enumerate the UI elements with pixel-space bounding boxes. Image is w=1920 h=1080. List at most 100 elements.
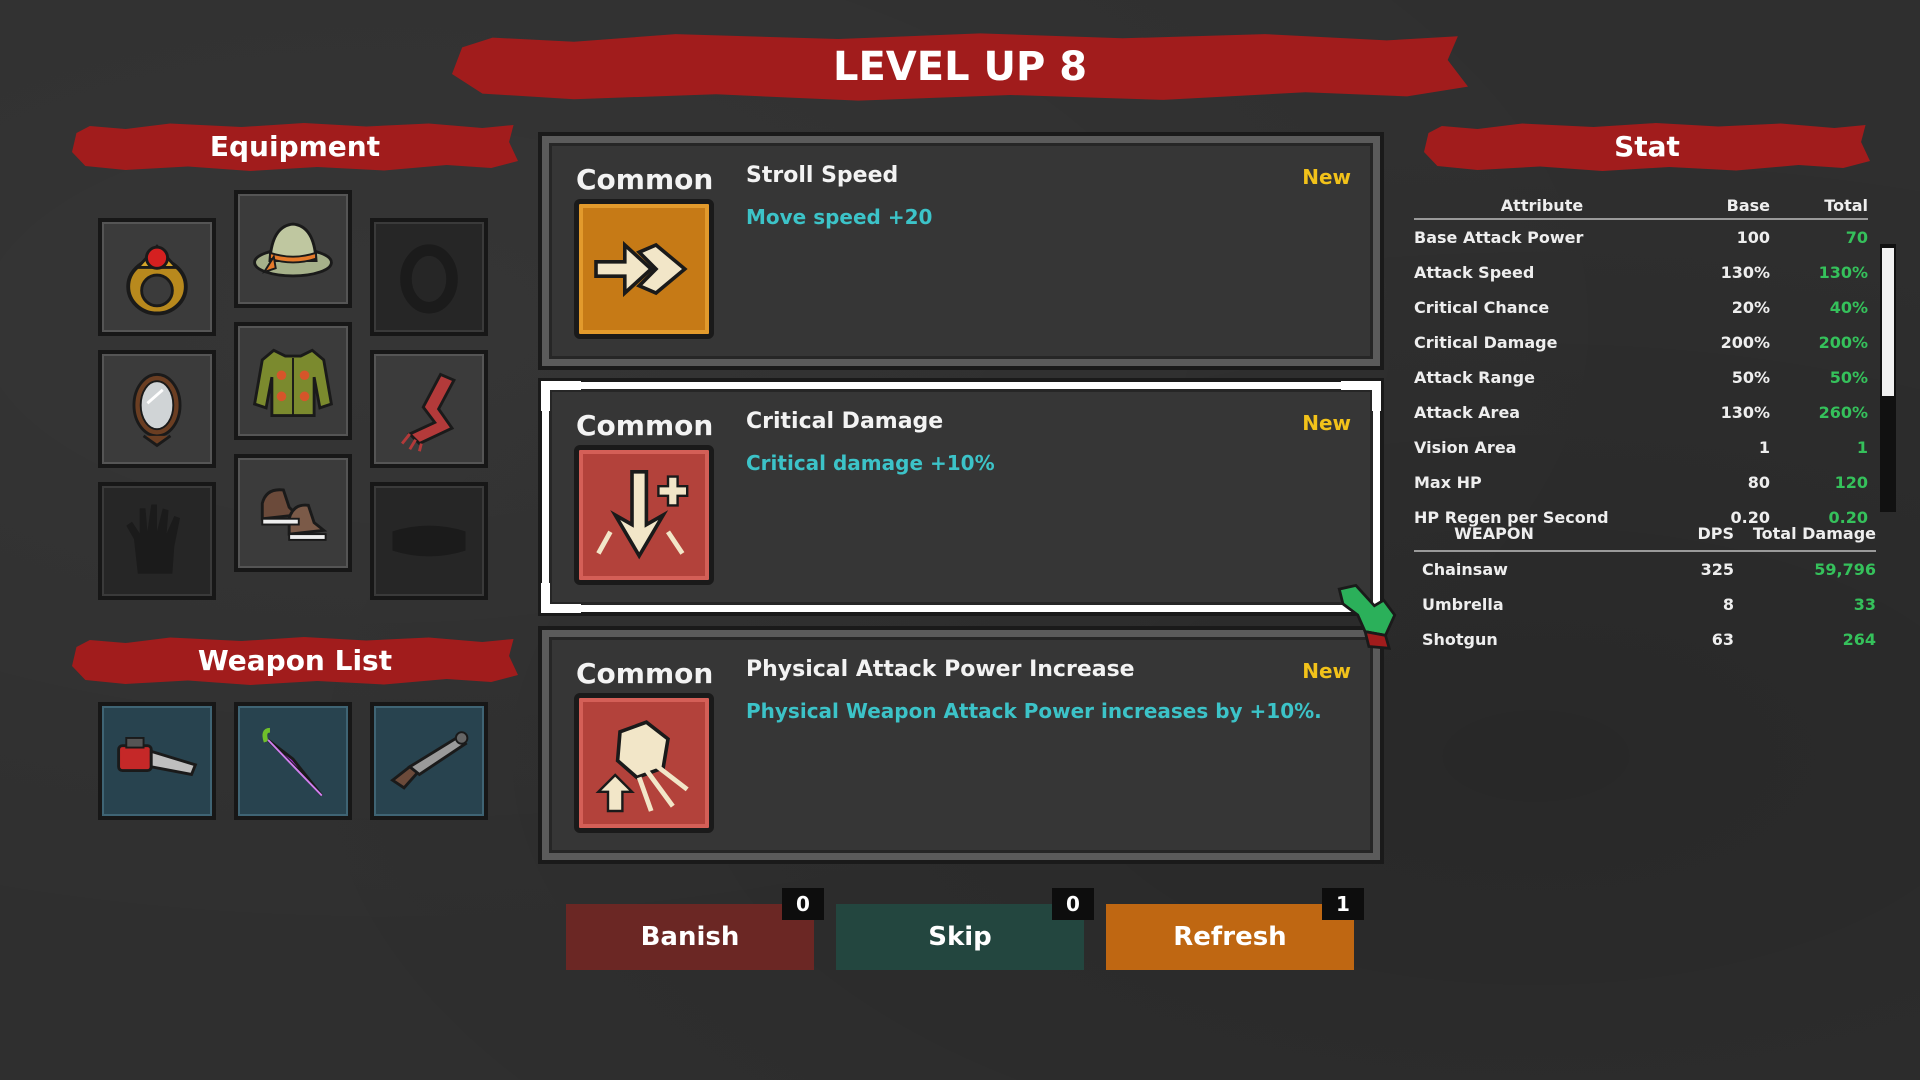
belt-placeholder-icon [392,525,466,557]
weapon-dps-table: WEAPON DPS Total Damage Chainsaw 325 59,… [1414,524,1876,657]
weapon-name: Umbrella [1422,595,1504,614]
card-name: Stroll Speed [746,163,899,188]
stat-table-header: Attribute Base Total [1414,196,1868,220]
table-row: Critical Damage 200% 200% [1414,325,1868,360]
ring-icon [126,244,188,316]
table-row: Umbrella 8 33 [1414,587,1876,622]
table-row: Base Attack Power 100 70 [1414,220,1868,255]
attribute-name: Base Attack Power [1414,228,1584,247]
banish-count-badge: 0 [782,888,824,920]
attribute-base: 1 [1758,438,1770,457]
stat-scroll-thumb[interactable] [1882,248,1894,396]
attribute-total: 200% [1818,333,1868,352]
weapon-slot-shotgun[interactable] [370,702,488,820]
table-row: Attack Speed 130% 130% [1414,255,1868,290]
card-rarity: Common [576,657,714,690]
scarf-slot[interactable] [370,350,488,468]
fist-icon [595,720,689,813]
hand-cursor-icon [1337,583,1397,650]
attribute-base: 20% [1731,298,1770,317]
stat-table: Attribute Base Total Base Attack Power 1… [1414,196,1868,540]
hat-icon [253,222,333,278]
critical-arrow-icon [596,470,689,560]
empty-ring-slot[interactable] [370,218,488,336]
hat-slot[interactable] [234,190,352,308]
refresh-button[interactable]: Refresh [1106,904,1354,970]
upgrade-card-2[interactable]: Common Critical Damage New Critical dama… [541,381,1381,613]
sweater-icon [252,348,334,417]
scarf-icon [400,372,456,452]
new-tag: New [1302,411,1351,435]
mirror-icon [132,373,182,448]
attribute-total: 50% [1829,368,1868,387]
shoes-icon [260,488,328,541]
mirror-slot[interactable] [98,350,216,468]
ring-placeholder-icon [400,244,458,314]
selection-corner [541,583,581,613]
total-damage-column-header: Total Damage [1752,524,1876,543]
new-tag: New [1302,165,1351,189]
upgrade-card-3[interactable]: Common Physical Attack Power Increase Ne… [542,630,1380,860]
weapon-dps: 63 [1711,630,1734,649]
weapon-total-damage: 59,796 [1814,560,1876,579]
sweater-slot[interactable] [234,322,352,440]
attribute-name: Critical Damage [1414,333,1558,352]
weapon-slot-chainsaw[interactable] [98,702,216,820]
table-row: Critical Chance 20% 40% [1414,290,1868,325]
weapon-total-damage: 264 [1842,630,1876,649]
attribute-name: Attack Range [1414,368,1535,387]
stat-heading: Stat [1424,123,1870,171]
ring-slot[interactable] [98,218,216,336]
table-row: Max HP 80 120 [1414,465,1868,500]
table-row: Chainsaw 325 59,796 [1414,552,1876,587]
empty-belt-slot[interactable] [370,482,488,600]
attribute-total: 130% [1818,263,1868,282]
table-row: Vision Area 1 1 [1414,430,1868,465]
attribute-total: 120 [1834,473,1868,492]
level-up-title: LEVEL UP 8 [452,33,1468,101]
card-icon-frame [574,445,714,585]
attribute-total: 70 [1845,228,1868,247]
equipment-heading: Equipment [72,123,518,171]
double-arrow-icon [594,240,688,298]
weapon-name: Shotgun [1422,630,1498,649]
selection-corner [1341,381,1381,411]
upgrade-card-1[interactable]: Common Stroll Speed New Move speed +20 [542,136,1380,366]
weapon-name: Chainsaw [1422,560,1508,579]
table-row: Attack Range 50% 50% [1414,360,1868,395]
base-column-header: Base [1726,196,1770,215]
card-name: Physical Attack Power Increase [746,657,1135,682]
weapon-total-damage: 33 [1853,595,1876,614]
weapon-dps: 8 [1722,595,1734,614]
attribute-total: 260% [1818,403,1868,422]
attribute-base: 200% [1720,333,1770,352]
empty-glove-slot[interactable] [98,482,216,600]
chainsaw-icon [117,737,198,777]
card-description: Physical Weapon Attack Power increases b… [746,699,1322,723]
attribute-base: 130% [1720,403,1770,422]
card-icon-frame [574,693,714,833]
banish-button[interactable]: Banish [566,904,814,970]
attribute-name: Attack Speed [1414,263,1535,282]
attribute-total: 1 [1856,438,1868,457]
glove-placeholder-icon [126,504,181,574]
shotgun-icon [390,731,469,790]
card-rarity: Common [576,163,714,196]
card-description: Move speed +20 [746,205,933,229]
attribute-name: Vision Area [1414,438,1517,457]
card-rarity: Common [576,409,714,442]
attribute-base: 80 [1747,473,1770,492]
dps-column-header: DPS [1697,524,1734,543]
weapon-table-header: WEAPON DPS Total Damage [1414,524,1876,552]
attribute-name: Critical Chance [1414,298,1550,317]
new-tag: New [1302,659,1351,683]
skip-button[interactable]: Skip [836,904,1084,970]
attribute-total: 40% [1829,298,1868,317]
card-description: Critical damage +10% [746,451,995,475]
card-name: Critical Damage [746,409,944,434]
weapon-slot-umbrella[interactable] [234,702,352,820]
stat-rows-scroll[interactable]: Base Attack Power 100 70 Attack Speed 13… [1414,220,1868,540]
card-icon-frame [574,199,714,339]
shoes-slot[interactable] [234,454,352,572]
umbrella-icon [262,727,323,797]
